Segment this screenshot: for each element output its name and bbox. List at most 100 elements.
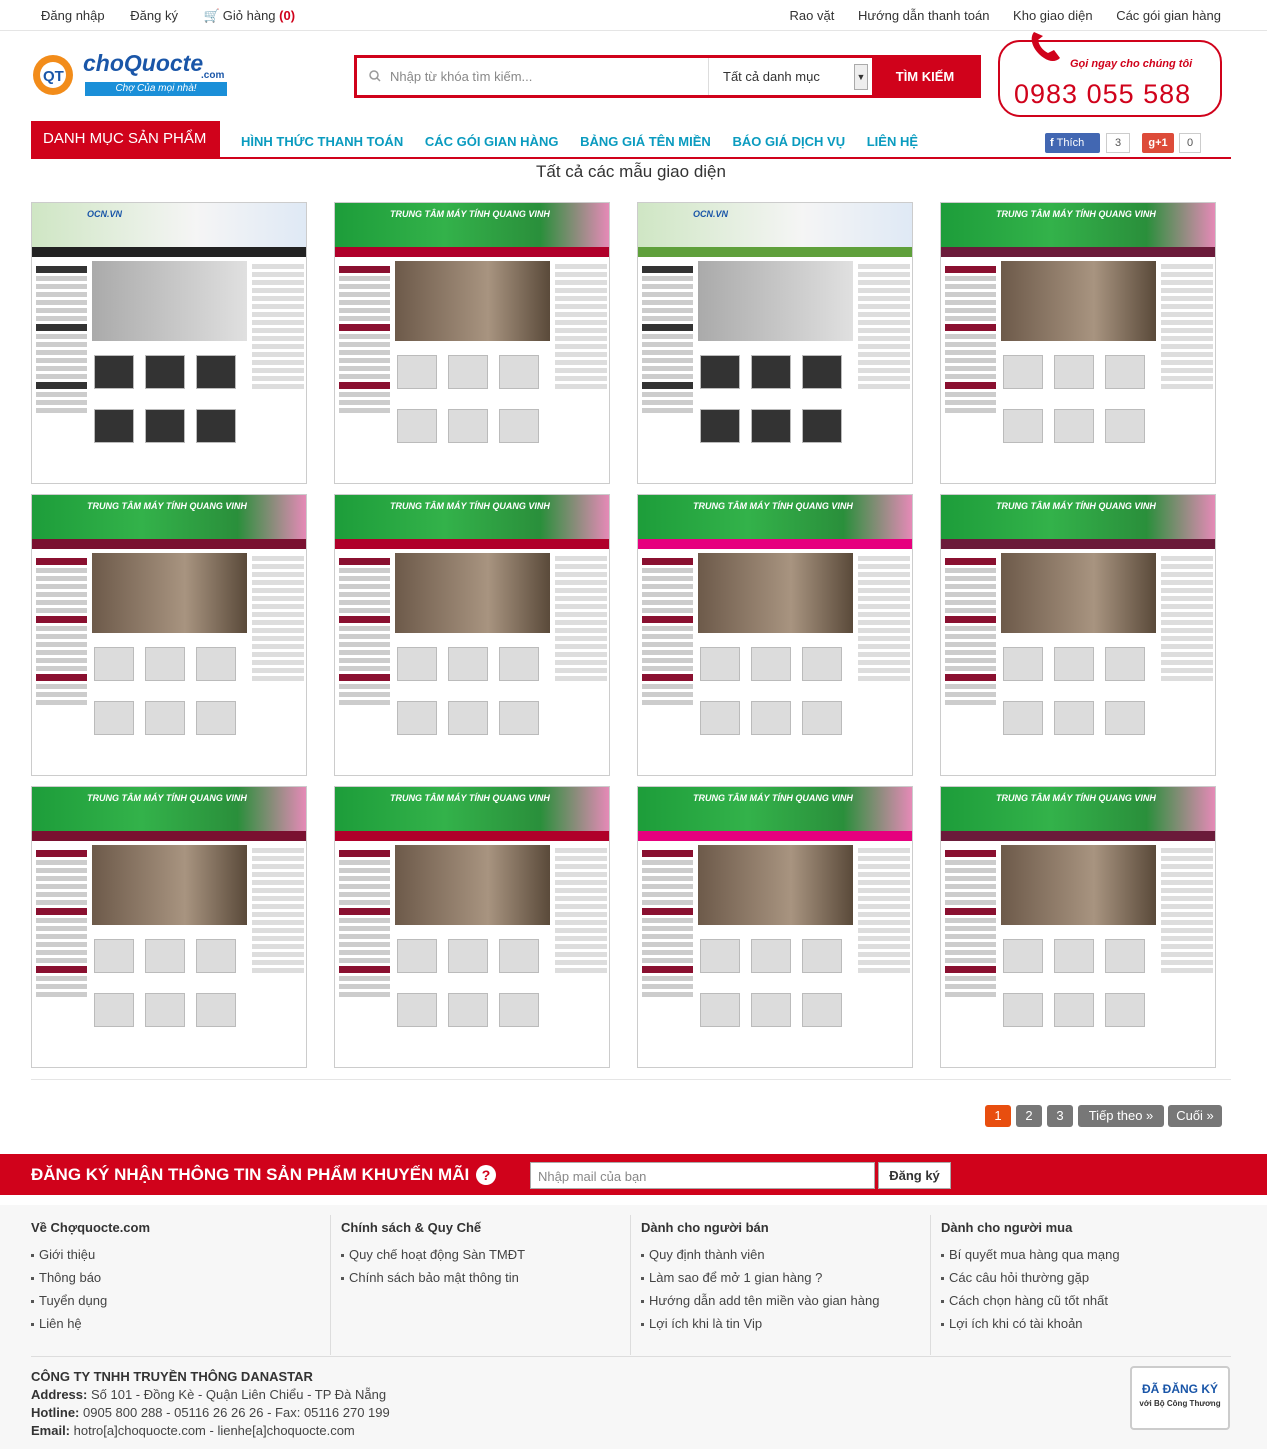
help-icon[interactable]: ?	[476, 1165, 496, 1185]
search-button[interactable]: TÌM KIẾM	[872, 58, 978, 95]
category-select[interactable]: Tất cả danh mục ▼	[709, 58, 872, 95]
template-thumbnail[interactable]: TRUNG TÂM MÁY TÍNH QUANG VINH	[940, 494, 1216, 776]
logo-text: choQuocte	[83, 50, 204, 76]
template-thumbnail[interactable]: TRUNG TÂM MÁY TÍNH QUANG VINH	[940, 202, 1216, 484]
footer-link[interactable]: Quy định thành viên	[641, 1247, 931, 1262]
site-logo[interactable]: QT choQuocte .com Chợ Của mọi nhà!	[31, 48, 231, 100]
thumbnail-title: OCN.VN	[87, 209, 123, 219]
thumbnail-title: TRUNG TÂM MÁY TÍNH QUANG VINH	[996, 209, 1156, 219]
rao-vat-link[interactable]: Rao vặt	[790, 8, 835, 23]
nav-service-quote[interactable]: BÁO GIÁ DỊCH VỤ	[732, 134, 845, 149]
thumbnail-banner	[395, 261, 550, 341]
template-thumbnail[interactable]: TRUNG TÂM MÁY TÍNH QUANG VINH	[637, 786, 913, 1068]
theme-store-link[interactable]: Kho giao diện	[1013, 8, 1093, 23]
footer-link[interactable]: Quy chế hoạt động Sàn TMĐT	[341, 1247, 631, 1262]
template-thumbnail[interactable]: TRUNG TÂM MÁY TÍNH QUANG VINH	[31, 786, 307, 1068]
nav-contact[interactable]: LIÊN HỆ	[867, 134, 918, 149]
thumbnail-title: TRUNG TÂM MÁY TÍNH QUANG VINH	[693, 793, 853, 803]
google-plus-count: 0	[1179, 133, 1201, 153]
nav-store-packages[interactable]: CÁC GÓI GIAN HÀNG	[425, 134, 559, 149]
thumbnail-sidebar	[640, 847, 695, 1067]
divider	[31, 1079, 1231, 1080]
ministry-registered-badge[interactable]: ĐÃ ĐĂNG KÝ với Bộ Công Thương	[1130, 1366, 1230, 1430]
newsletter-submit-button[interactable]: Đăng ký	[878, 1162, 951, 1189]
footer-col-policy: Chính sách & Quy Chế Quy chế hoạt động S…	[341, 1220, 631, 1355]
thumbnail-right-column	[553, 845, 609, 1065]
main-nav: DANH MỤC SẢN PHẨM ⌄ HÌNH THỨC THANH TOÁN…	[31, 121, 1231, 182]
footer-col-buyers: Dành cho người mua Bí quyết mua hàng qua…	[941, 1220, 1231, 1355]
register-link[interactable]: Đăng ký	[130, 8, 178, 23]
search-input[interactable]: Nhập từ khóa tìm kiếm...	[357, 58, 709, 95]
thumbnail-products	[92, 349, 247, 483]
company-email: hotro[a]choquocte.com - lienhe[a]choquoc…	[73, 1423, 355, 1438]
footer-link[interactable]: Giới thiệu	[31, 1247, 321, 1262]
cart-count: (0)	[279, 8, 296, 23]
facebook-like-label: Thích	[1056, 137, 1085, 149]
page-3-button[interactable]: 3	[1047, 1105, 1073, 1127]
newsletter-email-input[interactable]: Nhập mail của bạn	[530, 1162, 875, 1189]
footer-col-title: Dành cho người bán	[641, 1220, 769, 1235]
footer-col-sellers: Dành cho người bán Quy định thành viên L…	[641, 1220, 931, 1355]
thumbnail-products	[1001, 641, 1156, 775]
thumbnail-banner	[698, 845, 853, 925]
newsletter-placeholder: Nhập mail của bạn	[538, 1169, 647, 1184]
template-thumbnail[interactable]: TRUNG TÂM MÁY TÍNH QUANG VINH	[637, 494, 913, 776]
template-thumbnail[interactable]: OCN.VN	[31, 202, 307, 484]
thumbnail-products	[698, 933, 853, 1067]
nav-payment-methods[interactable]: HÌNH THỨC THANH TOÁN	[241, 134, 403, 149]
thumbnail-right-column	[250, 261, 306, 481]
thumbnail-sidebar	[337, 263, 392, 483]
thumbnail-sidebar	[337, 847, 392, 1067]
footer-link[interactable]: Liên hệ	[31, 1316, 321, 1331]
payment-guide-link[interactable]: Hướng dẫn thanh toán	[858, 8, 989, 23]
thumbnail-header	[638, 203, 912, 247]
hotline-number[interactable]: 0983 055 588	[1014, 79, 1191, 110]
page-2-button[interactable]: 2	[1016, 1105, 1042, 1127]
page-1-button[interactable]: 1	[985, 1105, 1011, 1127]
footer-link[interactable]: Bí quyết mua hàng qua mạng	[941, 1247, 1231, 1262]
thumbnail-products	[92, 641, 247, 775]
svg-text:QT: QT	[43, 68, 64, 85]
thumbnail-title: OCN.VN	[693, 209, 729, 219]
thumbnail-nav	[941, 539, 1215, 549]
footer-link[interactable]: Lợi ích khi là tin Vip	[641, 1316, 931, 1331]
template-thumbnail[interactable]: TRUNG TÂM MÁY TÍNH QUANG VINH	[940, 786, 1216, 1068]
hotline-box: Gọi ngay cho chúng tôi 0983 055 588	[998, 32, 1222, 117]
thumbnail-right-column	[553, 261, 609, 481]
template-thumbnail[interactable]: TRUNG TÂM MÁY TÍNH QUANG VINH	[334, 494, 610, 776]
thumbnail-banner	[698, 553, 853, 633]
footer-link[interactable]: Hướng dẫn add tên miền vào gian hàng	[641, 1293, 931, 1308]
footer-link[interactable]: Các câu hỏi thường gặp	[941, 1270, 1231, 1285]
cart-link[interactable]: 🛒 Giỏ hàng (0)	[204, 8, 295, 23]
template-thumbnail[interactable]: TRUNG TÂM MÁY TÍNH QUANG VINH	[334, 786, 610, 1068]
thumbnail-products	[698, 349, 853, 483]
next-page-button[interactable]: Tiếp theo »	[1078, 1105, 1164, 1127]
thumbnail-right-column	[553, 553, 609, 773]
thumbnail-right-column	[1159, 845, 1215, 1065]
footer-link[interactable]: Chính sách bảo mật thông tin	[341, 1270, 631, 1285]
store-packages-link[interactable]: Các gói gian hàng	[1116, 8, 1221, 23]
footer-divider	[31, 1356, 1231, 1357]
thumbnail-sidebar	[337, 555, 392, 775]
template-thumbnail[interactable]: TRUNG TÂM MÁY TÍNH QUANG VINH	[334, 202, 610, 484]
page-title: Tất cả các mẫu giao diện	[536, 162, 726, 181]
template-thumbnail[interactable]: OCN.VN	[637, 202, 913, 484]
login-link[interactable]: Đăng nhập	[41, 8, 105, 23]
footer-link[interactable]: Thông báo	[31, 1270, 321, 1285]
thumbnail-header	[32, 203, 306, 247]
logo-slogan: Chợ Của mọi nhà!	[85, 82, 227, 96]
footer-link[interactable]: Lợi ích khi có tài khoản	[941, 1316, 1231, 1331]
footer-link[interactable]: Tuyển dụng	[31, 1293, 321, 1308]
thumbnail-title: TRUNG TÂM MÁY TÍNH QUANG VINH	[87, 793, 247, 803]
footer-link[interactable]: Làm sao để mở 1 gian hàng ?	[641, 1270, 931, 1285]
google-plus-button[interactable]: g+1	[1142, 133, 1174, 153]
footer-link[interactable]: Cách chọn hàng cũ tốt nhất	[941, 1293, 1231, 1308]
template-thumbnail[interactable]: TRUNG TÂM MÁY TÍNH QUANG VINH	[31, 494, 307, 776]
template-grid: OCN.VN TRUNG TÂM MÁY TÍNH QUANG VINH OCN.V…	[31, 202, 1216, 1069]
facebook-like-button[interactable]: f Thích	[1045, 133, 1100, 153]
last-page-button[interactable]: Cuối »	[1168, 1105, 1222, 1127]
thumbnail-title: TRUNG TÂM MÁY TÍNH QUANG VINH	[693, 501, 853, 511]
thumbnail-sidebar	[943, 555, 998, 775]
product-category-button[interactable]: DANH MỤC SẢN PHẨM ⌄	[31, 121, 220, 182]
nav-domain-pricing[interactable]: BẢNG GIÁ TÊN MIỀN	[580, 134, 711, 149]
